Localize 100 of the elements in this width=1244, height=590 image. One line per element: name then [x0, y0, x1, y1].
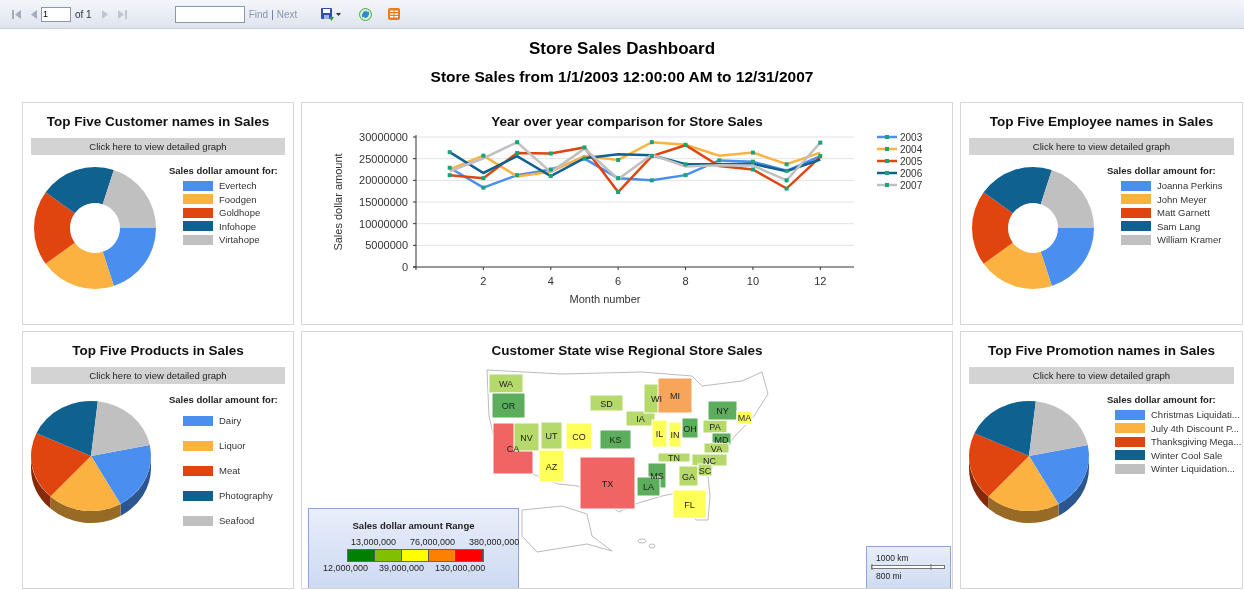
data-point [683, 142, 688, 147]
state-label: NV [520, 432, 533, 443]
data-point [717, 158, 722, 163]
detail-graph-button[interactable]: Click here to view detailed graph [969, 138, 1234, 155]
report-title: Store Sales Dashboard [527, 39, 717, 59]
pie-slice [1040, 170, 1094, 228]
legend-label: Photography [219, 490, 273, 501]
state-label: CO [572, 431, 586, 442]
state-label: NY [716, 406, 729, 416]
data-point [784, 186, 789, 191]
axis-tick-label: 8 [682, 275, 689, 287]
data-point [784, 178, 789, 183]
legend-label: Infohope [219, 220, 256, 232]
scale-label: 800 mi [876, 571, 903, 581]
legend-line-icon [877, 183, 897, 187]
axis-tick-label: 15000000 [359, 196, 408, 208]
islands-outline [637, 538, 656, 549]
data-point [447, 173, 452, 178]
last-page-icon[interactable] [117, 9, 127, 19]
data-point [447, 165, 452, 170]
data-point [750, 167, 755, 172]
data-point [616, 176, 621, 181]
panel-title: Top Five Promotion names in Sales [986, 343, 1217, 358]
state-label: SD [600, 398, 613, 409]
legend-label: Joanna Perkins [1157, 180, 1223, 192]
axis-tick-label: 0 [401, 261, 408, 273]
legend-line-icon [877, 135, 897, 139]
legend-label: Virtahope [219, 234, 260, 246]
legend-title: Sales dollar amount for: [1107, 394, 1217, 405]
legend-label: Thanksgiving Mega... [1151, 436, 1242, 448]
axis-tick-label: 2 [480, 275, 487, 287]
report-subtitle: Store Sales from 1/1/2003 12:00:00 AM to 12/31/2007 [429, 68, 815, 86]
find-field[interactable] [174, 5, 245, 23]
caret-icon[interactable] [336, 12, 342, 16]
range-legend-title: Sales dollar amount Range [351, 520, 476, 531]
range-label: 130,000,000 [435, 563, 486, 573]
range-label: 380,000,000 [469, 537, 520, 547]
data-point [818, 154, 823, 159]
panel-title: Year over year comparison for Store Sales [490, 114, 764, 129]
detail-graph-button[interactable]: Click here to view detailed graph [31, 367, 285, 384]
state-label: VA [710, 443, 723, 454]
state-label: UT [545, 431, 558, 441]
state-label: IL [655, 429, 664, 439]
legend-label: Winter Liquidation... [1151, 463, 1235, 475]
data-point [515, 173, 520, 178]
legend-label: July 4th Discount P... [1151, 422, 1239, 434]
state-label: FL [684, 499, 695, 510]
pie-slice [1029, 445, 1089, 516]
legend-label: Meat [219, 465, 241, 476]
data-point [649, 140, 654, 145]
previous-page-icon[interactable] [31, 9, 37, 19]
detail-graph-button[interactable]: Click here to view detailed graph [31, 138, 285, 155]
next-page-icon[interactable] [101, 9, 108, 19]
range-label: 76,000,000 [410, 537, 456, 547]
data-point [750, 150, 755, 155]
pie-slice [91, 445, 151, 516]
state-label: OR [501, 401, 516, 411]
detail-graph-button[interactable]: Click here to view detailed graph [969, 367, 1234, 384]
pie-slice [91, 401, 150, 456]
legend-label: Matt Garnett [1157, 207, 1210, 219]
axis-tick-label: 10000000 [359, 217, 408, 230]
page-number-field[interactable]: 1 [41, 6, 71, 22]
legend-line-icon [877, 171, 897, 175]
panel-title: Top Five Products in Sales [71, 343, 245, 358]
state-label: AZ [545, 461, 558, 472]
scale-label: 1000 km [876, 553, 910, 563]
state-label: CA [506, 444, 520, 454]
state-label: KS [609, 435, 622, 445]
data-point [548, 174, 553, 178]
legend-title: Sales dollar amount for: [1107, 165, 1217, 176]
save-icon[interactable] [321, 7, 335, 21]
state-label: MD [714, 434, 729, 445]
state-label: OH [683, 423, 697, 434]
pie-slice [36, 401, 98, 456]
panel-title: Customer State wise Regional Store Sales [490, 343, 764, 358]
legend-label: Foodgen [219, 193, 257, 205]
legend-label: Evertech [219, 180, 257, 192]
data-point [616, 157, 621, 162]
x-axis-title: Month number [569, 293, 641, 305]
pie-slice [102, 228, 156, 286]
axis-tick-label: 12 [814, 275, 827, 287]
first-page-icon[interactable] [12, 9, 21, 19]
legend-label: Liquor [219, 440, 246, 451]
separator-text: | [271, 8, 274, 20]
state-label: NC [703, 455, 716, 466]
legend-label: Dairy [219, 415, 242, 426]
refresh-icon[interactable] [359, 7, 373, 21]
state-label: PA [709, 422, 721, 432]
y-axis-title: Sales dollar amount [332, 153, 344, 251]
export-icon[interactable] [388, 8, 401, 20]
legend-label: Seafood [219, 515, 255, 526]
data-point [515, 151, 520, 156]
legend-label: Winter Cool Sale [1151, 449, 1223, 461]
data-point [582, 156, 587, 161]
pie-slice [102, 170, 156, 228]
axis-tick-label: 6 [615, 275, 622, 287]
legend-label: 2005 [900, 156, 923, 167]
axis-tick-label: 5000000 [365, 239, 408, 252]
state-label: TN [668, 453, 680, 463]
legend-label: 2003 [900, 132, 923, 143]
